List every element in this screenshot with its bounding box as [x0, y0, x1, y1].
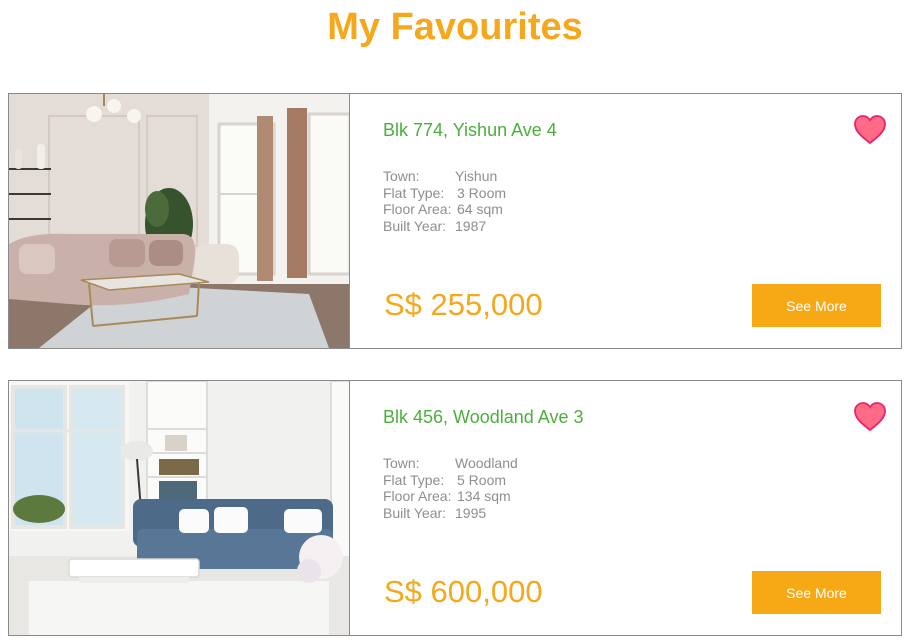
detail-value: 1995	[455, 504, 487, 521]
listing-photo[interactable]	[9, 381, 350, 635]
detail-value: 3 Room	[457, 184, 507, 201]
detail-floor-area: Floor Area: 134 sqm	[383, 488, 518, 505]
detail-value: Yishun	[455, 168, 498, 184]
listing-card: Blk 456, Woodland Ave 3 Town: Woodland F…	[8, 380, 902, 636]
listing-price: S$ 600,000	[384, 574, 543, 609]
detail-label: Built Year:	[383, 504, 447, 521]
listing-details: Town: Woodland Flat Type: 5 Room Floor A…	[383, 455, 518, 521]
detail-town: Town: Yishun	[383, 168, 506, 185]
heart-icon[interactable]	[853, 401, 887, 433]
see-more-button[interactable]: See More	[752, 284, 881, 327]
listing-card: Blk 774, Yishun Ave 4 Town: Yishun Flat …	[8, 93, 902, 349]
detail-label: Floor Area:	[383, 488, 452, 504]
detail-flat-type: Flat Type: 5 Room	[383, 472, 518, 489]
detail-built-year: Built Year: 1995	[383, 505, 518, 522]
listing-photo[interactable]	[9, 94, 350, 348]
detail-label: Flat Type:	[383, 471, 445, 488]
detail-value: 64 sqm	[457, 201, 503, 217]
detail-label: Town:	[383, 455, 420, 471]
detail-value: 134 sqm	[457, 488, 511, 504]
listing-address[interactable]: Blk 456, Woodland Ave 3	[383, 407, 583, 428]
detail-value: 5 Room	[457, 471, 507, 488]
detail-built-year: Built Year: 1987	[383, 218, 506, 235]
detail-label: Town:	[383, 168, 420, 184]
detail-floor-area: Floor Area: 64 sqm	[383, 201, 506, 218]
detail-label: Built Year:	[383, 217, 447, 234]
listing-address[interactable]: Blk 774, Yishun Ave 4	[383, 120, 557, 141]
listing-price: S$ 255,000	[384, 287, 543, 322]
detail-value: 1987	[455, 217, 487, 234]
page-title: My Favourites	[327, 6, 583, 48]
detail-town: Town: Woodland	[383, 455, 518, 472]
detail-label: Floor Area:	[383, 201, 452, 217]
heart-icon[interactable]	[853, 114, 887, 146]
detail-flat-type: Flat Type: 3 Room	[383, 185, 506, 202]
listing-details: Town: Yishun Flat Type: 3 Room Floor Are…	[383, 168, 506, 234]
see-more-button[interactable]: See More	[752, 571, 881, 614]
detail-label: Flat Type:	[383, 184, 445, 201]
detail-value: Woodland	[455, 455, 518, 471]
